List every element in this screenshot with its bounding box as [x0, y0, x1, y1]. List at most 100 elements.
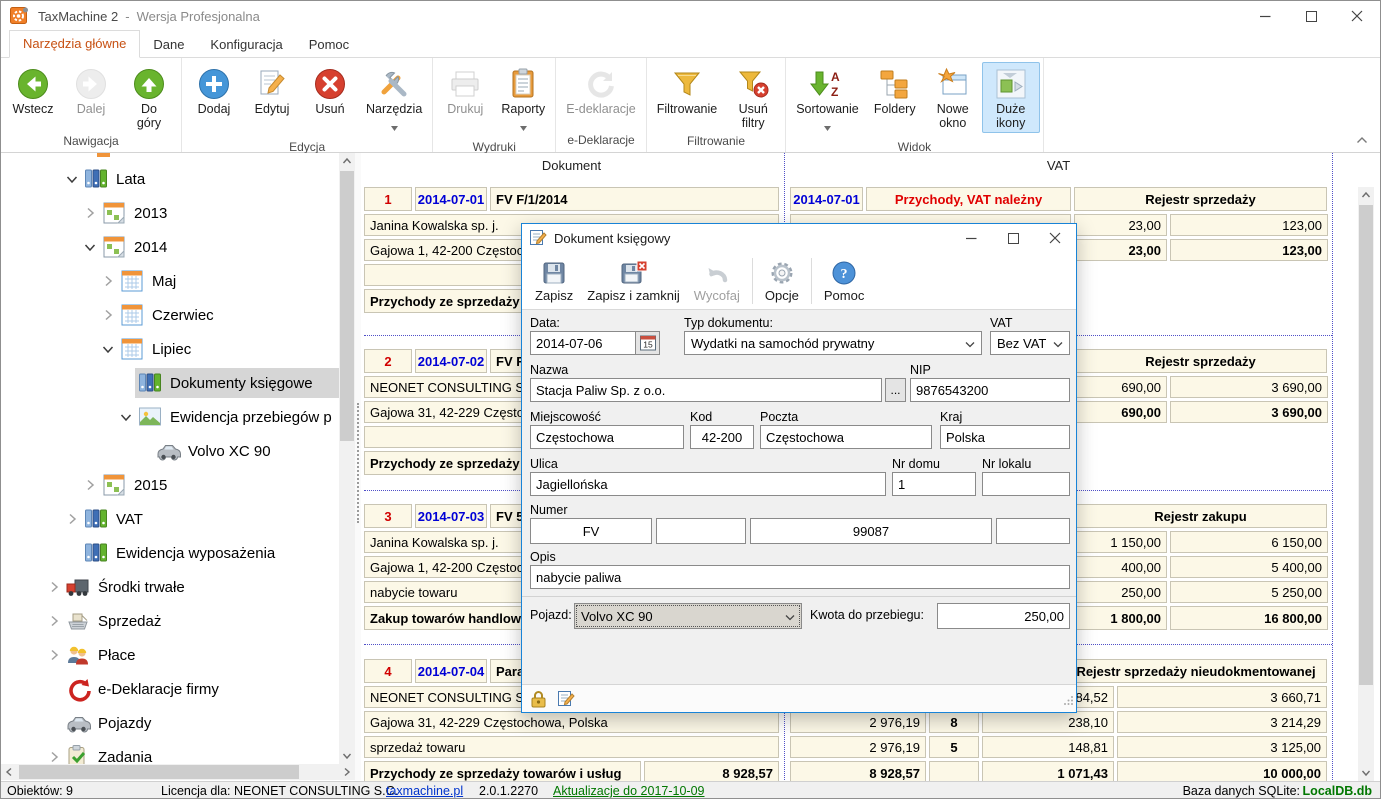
record-number-cell[interactable]: 3 [364, 504, 412, 528]
browse-button[interactable]: ... [885, 378, 906, 402]
house-number-field[interactable] [892, 472, 976, 496]
number-part-2-field[interactable] [656, 518, 746, 544]
scroll-down-icon[interactable] [339, 748, 355, 764]
street-field[interactable] [530, 472, 886, 496]
tree-item-place[interactable]: Płace [1, 639, 339, 671]
tree-item-row[interactable]: 2014 [99, 232, 339, 262]
record-number-cell[interactable]: 1 [364, 187, 412, 211]
tree-item-ewidencja-przebiegow-p[interactable]: Ewidencja przebiegów p [1, 401, 339, 433]
chevron-open-icon[interactable] [63, 171, 81, 187]
vat-rate-cell[interactable] [929, 761, 979, 781]
description-field[interactable] [530, 565, 1070, 589]
tree-item-pojazdy[interactable]: Pojazdy [1, 707, 339, 739]
ribbon-button-foldery[interactable]: Foldery [866, 62, 924, 119]
tab-konfiguracja[interactable]: Konfiguracja [197, 32, 295, 58]
vat-amount-cell[interactable]: 250,00 [1074, 581, 1167, 603]
tree-item-row[interactable]: Dokumenty księgowe [135, 368, 339, 398]
vat-amount-cell[interactable]: 2 976,19 [790, 711, 926, 733]
vat-amount-cell[interactable]: 1 800,00 [1074, 606, 1167, 630]
vat-amount-cell[interactable]: 1 071,43 [982, 761, 1114, 781]
scroll-right-icon[interactable] [339, 764, 355, 780]
vat-amount-cell[interactable]: 148,81 [982, 736, 1114, 758]
record-number-cell[interactable]: 2 [364, 349, 412, 373]
tree-item-2015[interactable]: 2015 [1, 469, 339, 501]
vat-amount-cell[interactable]: 123,00 [1170, 239, 1328, 261]
record-date-cell[interactable]: 2014-07-04 [415, 659, 487, 683]
dialog-minimize-button[interactable] [950, 224, 992, 252]
ribbon-button-duze-ikony[interactable]: Duże ikony [982, 62, 1040, 133]
vat-amount-cell[interactable]: 3 214,29 [1117, 711, 1327, 733]
vat-amount-cell[interactable]: 5 400,00 [1170, 556, 1328, 578]
vat-amount-cell[interactable]: 3 125,00 [1117, 736, 1327, 758]
tree-item-row[interactable]: 2015 [99, 470, 339, 500]
ribbon-button-do-gory[interactable]: Do góry [120, 62, 178, 133]
vat-select[interactable]: Bez VAT [990, 331, 1070, 355]
chevron-open-icon[interactable] [99, 341, 117, 357]
scroll-left-icon[interactable] [1, 764, 17, 780]
country-field[interactable] [940, 425, 1070, 449]
chevron-closed-icon[interactable] [81, 477, 99, 493]
tree-item-row[interactable]: Sprzedaż [63, 606, 339, 636]
ribbon-button-dodaj[interactable]: Dodaj [185, 62, 243, 119]
ribbon-button-usun-filtry[interactable]: Usuń filtry [724, 62, 782, 133]
tree-item-row[interactable]: Volvo XC 90 [153, 436, 339, 466]
vat-register-cell[interactable]: Rejestr sprzedaży [1074, 349, 1327, 373]
vat-amount-cell[interactable]: 1 150,00 [1074, 531, 1167, 553]
number-part-3-field[interactable] [750, 518, 992, 544]
ribbon-button-e-deklaracje[interactable]: E-deklaracje [559, 62, 642, 119]
vat-register-cell[interactable]: Rejestr zakupu [1074, 504, 1327, 528]
tree-item-2013[interactable]: 2013 [1, 197, 339, 229]
ribbon-button-dalej[interactable]: Dalej [62, 62, 120, 119]
help-button[interactable]: ? Pomoc [817, 255, 871, 306]
ribbon-button-usun[interactable]: Usuń [301, 62, 359, 119]
vat-amount-cell[interactable]: 123,00 [1170, 214, 1328, 236]
vat-rate-cell[interactable]: 5 [929, 736, 979, 758]
ribbon-button-drukuj[interactable]: Drukuj [436, 62, 494, 119]
save-button[interactable]: Zapisz [528, 255, 580, 306]
tree-item-zadania[interactable]: Zadania [1, 741, 339, 764]
dialog-maximize-button[interactable] [992, 224, 1034, 252]
tree-item-sprzedaz[interactable]: Sprzedaż [1, 605, 339, 637]
tree-item-vat[interactable]: VAT [1, 503, 339, 535]
vat-amount-cell[interactable]: 238,10 [982, 711, 1114, 733]
table-scrollbar-thumb[interactable] [1359, 205, 1373, 685]
tree-item-row[interactable]: Pojazdy [63, 708, 339, 738]
tree-item-czerwiec[interactable]: Czerwiec [1, 299, 339, 331]
tree-item-row[interactable]: Czerwiec [117, 300, 339, 330]
record-date-cell[interactable]: 2014-07-01 [415, 187, 487, 211]
tree-item-row[interactable]: Lata [81, 164, 339, 194]
vat-register-cell[interactable]: Rejestr sprzedaży [1074, 187, 1327, 211]
tree-item-2014[interactable]: 2014 [1, 231, 339, 263]
chevron-closed-icon[interactable] [45, 613, 63, 629]
record-title-cell[interactable]: FV F/1/2014 [490, 187, 779, 211]
vat-amount-cell[interactable]: 5 250,00 [1170, 581, 1328, 603]
tree-item-row[interactable]: 2013 [99, 198, 339, 228]
resize-grip[interactable] [1064, 692, 1074, 710]
undo-button[interactable]: Wycofaj [687, 255, 747, 306]
options-button[interactable]: Opcje [758, 255, 806, 306]
tree-item-volvo-xc-90[interactable]: Volvo XC 90 [1, 435, 339, 467]
vat-amount-cell[interactable]: 8 928,57 [790, 761, 926, 781]
tree-horizontal-scrollbar[interactable] [1, 764, 355, 780]
date-picker-button[interactable]: 15 [635, 331, 660, 355]
maximize-button[interactable] [1288, 1, 1334, 31]
tree-item-row[interactable]: Środki trwałe [63, 572, 339, 602]
ribbon-button-edytuj[interactable]: Edytuj [243, 62, 301, 119]
chevron-closed-icon[interactable] [99, 273, 117, 289]
tree-scrollbar-thumb[interactable] [340, 171, 354, 441]
dialog-close-button[interactable] [1034, 224, 1076, 252]
ribbon-button-raporty[interactable]: Raporty [494, 62, 552, 139]
vat-amount-cell[interactable]: 3 690,00 [1170, 376, 1328, 398]
chevron-closed-icon[interactable] [81, 205, 99, 221]
record-number-cell[interactable]: 4 [364, 659, 412, 683]
tree-item-ewidencja-wyposazenia[interactable]: Ewidencja wyposażenia [1, 537, 339, 569]
chevron-closed-icon[interactable] [45, 749, 63, 764]
document-summary-value-cell[interactable]: 8 928,57 [644, 761, 779, 781]
vat-amount-cell[interactable]: 3 660,71 [1117, 686, 1327, 708]
document-text-cell[interactable]: Gajowa 31, 42-229 Częstochowa, Polska [364, 711, 779, 733]
vat-amount-cell[interactable]: 6 150,00 [1170, 531, 1328, 553]
ribbon-button-wstecz[interactable]: Wstecz [4, 62, 62, 119]
tree-item-row[interactable]: Zadania [63, 742, 339, 764]
vat-amount-cell[interactable]: 2 976,19 [790, 736, 926, 758]
ribbon-button-sortowanie[interactable]: AZSortowanie [789, 62, 866, 139]
